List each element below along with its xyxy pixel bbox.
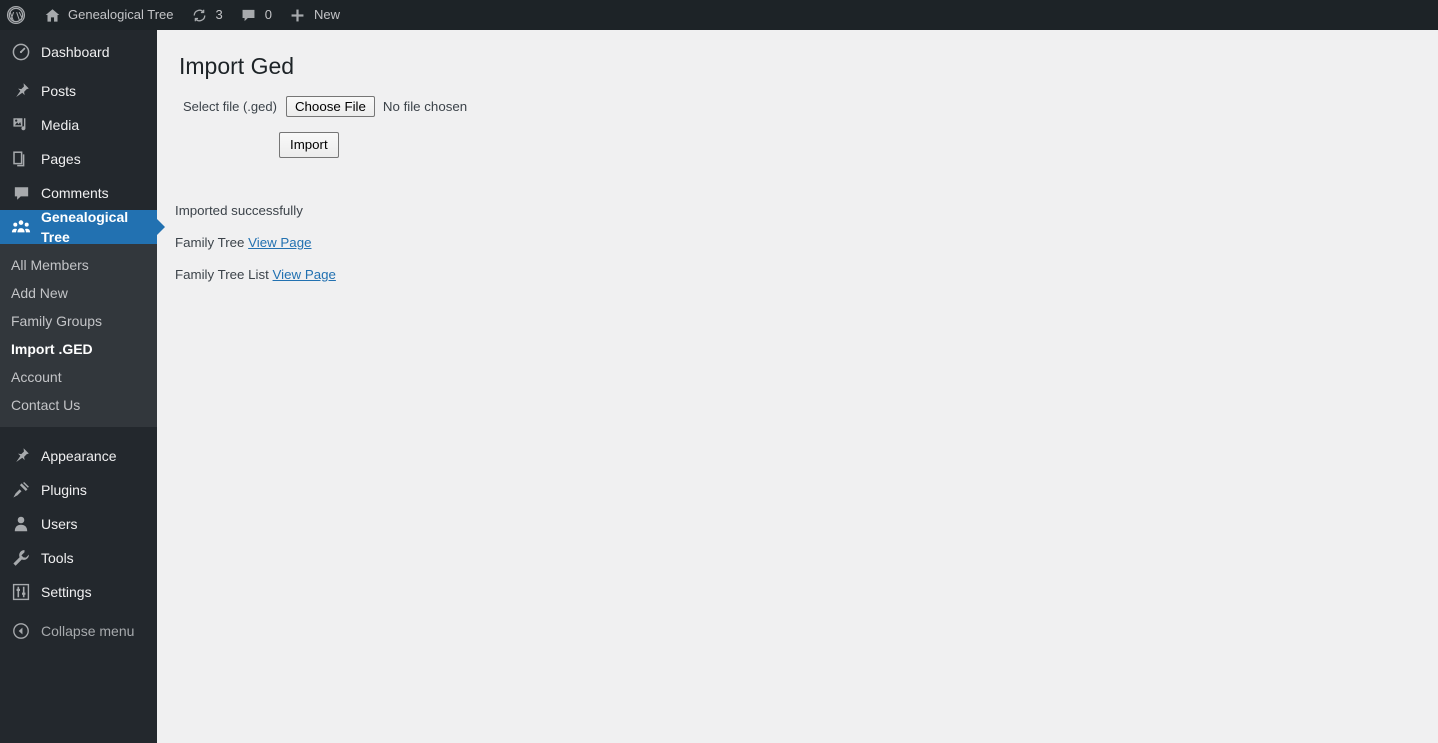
sidebar-item-genealogical-tree[interactable]: Genealogical Tree — [0, 209, 165, 245]
sliders-icon — [11, 582, 31, 602]
new-content-menu[interactable]: New — [280, 0, 348, 30]
import-button[interactable]: Import — [279, 131, 339, 158]
choose-file-button[interactable]: Choose File — [285, 95, 375, 117]
sidebar-item-label: Dashboard — [41, 44, 110, 60]
menu-spacer-2 — [0, 427, 157, 439]
active-menu-pointer-icon — [157, 219, 165, 235]
genealogical-tree-submenu: All Members Add New Family Groups Import… — [0, 244, 157, 427]
main-content: Import Ged Select file (.ged) Choose Fil… — [157, 30, 1438, 743]
user-icon — [11, 514, 31, 534]
sidebar-item-label: Appearance — [41, 448, 117, 464]
sidebar-item-dashboard[interactable]: Dashboard — [0, 35, 157, 69]
submenu-item-label: Import .GED — [11, 341, 93, 357]
submenu-item-label: Family Groups — [11, 313, 103, 329]
updates-icon — [190, 5, 210, 25]
comments-count: 0 — [264, 7, 272, 22]
sidebar-item-tools[interactable]: Tools — [0, 541, 157, 575]
sidebar-item-media[interactable]: Media — [0, 108, 157, 142]
sidebar-item-label: Comments — [41, 185, 109, 201]
submenu-item-import-ged[interactable]: Import .GED — [0, 335, 157, 363]
admin-menu-list: Dashboard Posts Media Pages Comments Gen… — [0, 30, 165, 648]
sidebar-item-plugins[interactable]: Plugins — [0, 473, 157, 507]
new-content-label: New — [313, 7, 340, 22]
submenu-item-add-new[interactable]: Add New — [0, 279, 157, 307]
result-row-label: Family Tree — [175, 234, 245, 250]
submenu-item-label: All Members — [11, 257, 89, 273]
collapse-menu-button[interactable]: Collapse menu — [0, 614, 157, 648]
import-results: Imported successfully Family Tree View P… — [157, 203, 1438, 283]
file-select-label: Select file (.ged) — [183, 98, 277, 114]
home-icon — [42, 5, 62, 25]
updates-menu[interactable]: 3 — [182, 0, 231, 30]
collapse-arrow-icon — [11, 621, 31, 641]
sidebar-item-label: Media — [41, 117, 80, 133]
result-row-label: Family Tree List — [175, 266, 269, 282]
admin-sidebar: Dashboard Posts Media Pages Comments Gen… — [0, 30, 165, 743]
wordpress-logo-button[interactable] — [0, 0, 34, 30]
view-page-link[interactable]: View Page — [273, 267, 336, 282]
wrench-icon — [11, 548, 31, 568]
plug-icon — [11, 480, 31, 500]
submenu-item-label: Contact Us — [11, 397, 81, 413]
sidebar-item-comments[interactable]: Comments — [0, 176, 157, 210]
sidebar-item-appearance[interactable]: Appearance — [0, 439, 157, 473]
import-button-row: Import — [157, 131, 1438, 158]
sidebar-item-posts[interactable]: Posts — [0, 74, 157, 108]
media-icon — [11, 115, 31, 135]
sidebar-item-label: Settings — [41, 584, 92, 600]
comments-menu[interactable]: 0 — [231, 0, 280, 30]
import-status-message: Imported successfully — [175, 202, 303, 218]
submenu-item-label: Account — [11, 369, 62, 385]
result-row-family-tree: Family Tree View Page — [175, 235, 1438, 251]
sidebar-item-label: Pages — [41, 151, 81, 167]
submenu-list: All Members Add New Family Groups Import… — [0, 244, 157, 427]
sidebar-item-users[interactable]: Users — [0, 507, 157, 541]
sidebar-item-label: Plugins — [41, 482, 87, 498]
site-name-menu[interactable]: Genealogical Tree — [34, 0, 182, 30]
submenu-item-family-groups[interactable]: Family Groups — [0, 307, 157, 335]
file-status-text: No file chosen — [382, 98, 468, 114]
comment-bubble-icon — [239, 5, 259, 25]
updates-count: 3 — [215, 7, 223, 22]
sidebar-item-label: Genealogical Tree — [41, 209, 129, 245]
sidebar-item-label: Users — [41, 516, 78, 532]
submenu-item-account[interactable]: Account — [0, 363, 157, 391]
sidebar-item-label: Posts — [41, 83, 77, 99]
pin-icon — [11, 81, 31, 101]
group-people-icon — [11, 217, 31, 237]
page-title: Import Ged — [179, 53, 295, 79]
file-select-row: Select file (.ged) Choose File No file c… — [157, 95, 1438, 117]
paintbrush-icon — [11, 446, 31, 466]
view-page-link[interactable]: View Page — [248, 235, 311, 250]
wordpress-logo-icon — [6, 5, 26, 25]
result-row-family-tree-list: Family Tree List View Page — [175, 267, 1438, 283]
sidebar-item-settings[interactable]: Settings — [0, 575, 157, 609]
submenu-item-label: Add New — [11, 285, 68, 301]
submenu-item-contact-us[interactable]: Contact Us — [0, 391, 157, 419]
site-name-label: Genealogical Tree — [68, 7, 174, 22]
comment-bubble-icon — [11, 183, 31, 203]
dashboard-gauge-icon — [11, 42, 31, 62]
admin-bar: Genealogical Tree 3 0 New — [0, 0, 1438, 30]
submenu-item-all-members[interactable]: All Members — [0, 251, 157, 279]
sidebar-item-label: Tools — [41, 550, 74, 566]
plus-icon — [288, 5, 308, 25]
file-input[interactable]: Choose File No file chosen — [285, 95, 468, 117]
collapse-menu-label: Collapse menu — [41, 623, 135, 639]
pages-icon — [11, 149, 31, 169]
sidebar-item-pages[interactable]: Pages — [0, 142, 157, 176]
